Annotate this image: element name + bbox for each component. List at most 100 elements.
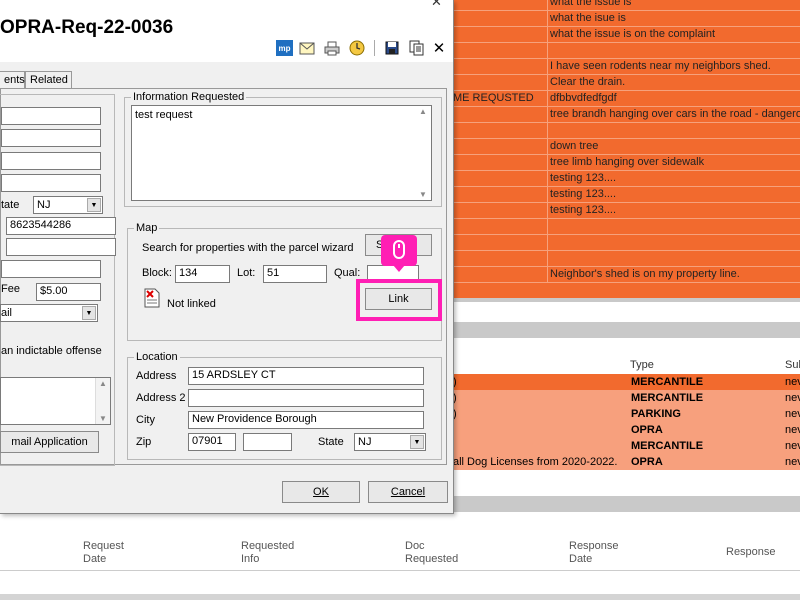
requestor-street-field[interactable] xyxy=(1,152,101,170)
grid-row[interactable]: testing 123.... xyxy=(453,202,800,219)
request-cell: nev xyxy=(785,424,800,436)
address2-label: Address 2 xyxy=(136,392,186,404)
requestor-fax-field[interactable] xyxy=(6,238,116,256)
city-label: City xyxy=(136,414,155,426)
tab-attachments[interactable]: ents xyxy=(0,71,25,88)
grid-column-separator xyxy=(547,122,548,138)
address2-field[interactable] xyxy=(188,389,424,407)
location-state-select[interactable]: NJ ▼ xyxy=(354,433,426,451)
requestor-phone-value: 8623544286 xyxy=(10,219,72,231)
grid-row[interactable]: testing 123.... xyxy=(453,186,800,203)
cancel-button[interactable]: Cancel xyxy=(368,481,448,503)
lot-label: Lot: xyxy=(237,267,256,279)
not-linked-icon xyxy=(143,288,161,311)
save-icon[interactable] xyxy=(384,40,400,56)
mouse-cursor-pointer xyxy=(393,265,405,272)
fee-value: $5.00 xyxy=(40,285,68,297)
grid-row[interactable]: tree limb hanging over sidewalk xyxy=(453,154,800,171)
tab-label: Related xyxy=(30,74,68,86)
city-field[interactable]: New Providence Borough xyxy=(188,411,424,429)
info-requested-value: test request xyxy=(135,109,193,121)
request-cell: nev xyxy=(785,376,800,388)
grid-row[interactable]: I have seen rodents near my neighbors sh… xyxy=(453,58,800,75)
close-icon[interactable]: ✕ xyxy=(431,40,447,57)
delivery-method-select[interactable]: ail ▼ xyxy=(0,304,98,322)
type-column-header[interactable]: Type xyxy=(630,359,654,371)
request-row[interactable]: )MERCANTILEnev xyxy=(453,390,800,406)
scroll-up-icon[interactable]: ▲ xyxy=(419,107,427,116)
email-application-button[interactable]: mail Application xyxy=(0,431,99,453)
grid-row[interactable]: Clear the drain. xyxy=(453,74,800,91)
mouse-icon xyxy=(393,240,405,259)
request-row[interactable]: MERCANTILE nev xyxy=(453,438,800,454)
address-label: Address xyxy=(136,370,177,382)
grid-row[interactable]: Neighbor's shed is on my property line. xyxy=(453,266,800,283)
fee-field[interactable]: $5.00 xyxy=(36,283,101,301)
responses-column-header[interactable]: Request Date xyxy=(83,540,153,566)
grid-cell: testing 123.... xyxy=(550,172,617,184)
grid-row[interactable] xyxy=(453,42,800,59)
requestor-name-field[interactable] xyxy=(1,107,101,125)
grid-row[interactable]: what the issue is on the complaint xyxy=(453,26,800,43)
info-requested-title: Information Requested xyxy=(131,91,247,103)
location-state-label: State xyxy=(318,436,344,448)
request-row[interactable]: )MERCANTILEnev xyxy=(453,374,800,390)
requestor-city-field[interactable] xyxy=(1,174,101,192)
info-requested-scrollbar[interactable]: ▲ ▼ xyxy=(416,106,431,200)
ok-button[interactable]: OK xyxy=(282,481,360,503)
requestor-phone-field[interactable]: 8623544286 xyxy=(6,217,116,235)
mp-icon[interactable]: mp xyxy=(276,40,293,56)
notes-scrollbar[interactable]: ▲ ▼ xyxy=(95,378,110,424)
scroll-down-icon[interactable]: ▼ xyxy=(99,414,107,423)
grid-row[interactable]: down tree xyxy=(453,138,800,155)
grid-row[interactable] xyxy=(453,250,800,267)
chevron-down-icon[interactable]: ▼ xyxy=(410,435,424,449)
requestor-email-field[interactable] xyxy=(1,260,101,278)
tab-related[interactable]: Related xyxy=(25,71,72,88)
clock-icon[interactable] xyxy=(349,40,365,56)
bottom-scroll-bar[interactable] xyxy=(0,594,800,600)
info-requested-textarea[interactable]: test request xyxy=(131,105,432,201)
mail-icon[interactable] xyxy=(299,40,315,56)
column-header-line: Response xyxy=(569,540,619,552)
grid-row[interactable] xyxy=(453,122,800,139)
request-row[interactable]: )PARKINGnev xyxy=(453,406,800,422)
request-cell: nev xyxy=(785,440,800,452)
fee-label: Fee xyxy=(1,283,20,295)
zip-field[interactable]: 07901 xyxy=(188,433,236,451)
grid-column-separator xyxy=(547,42,548,58)
scroll-down-icon[interactable]: ▼ xyxy=(419,190,427,199)
responses-column-header[interactable]: Response xyxy=(726,546,796,559)
request-row[interactable]: OPRA nev xyxy=(453,422,800,438)
requestor-company-field[interactable] xyxy=(1,129,101,147)
address-field[interactable]: 15 ARDSLEY CT xyxy=(188,367,424,385)
requestor-state-select[interactable]: NJ ▼ xyxy=(33,196,103,214)
grid-row[interactable]: tree brandh hanging over cars in the roa… xyxy=(453,106,800,123)
grid-row[interactable]: testing 123.... xyxy=(453,170,800,187)
grid-row[interactable] xyxy=(453,218,800,235)
window-close-icon[interactable]: ✕ xyxy=(431,0,442,10)
request-cell: MERCANTILE xyxy=(631,440,704,452)
zip-label: Zip xyxy=(136,436,152,448)
grid-column-separator xyxy=(547,266,548,282)
request-cell: nev xyxy=(785,408,800,420)
grid-cell: down tree xyxy=(550,140,599,152)
chevron-down-icon[interactable]: ▼ xyxy=(82,306,96,320)
grid-row[interactable] xyxy=(453,234,800,251)
responses-column-header[interactable]: Requested Info xyxy=(241,540,311,566)
chevron-down-icon[interactable]: ▼ xyxy=(87,198,101,212)
copy-icon[interactable] xyxy=(408,40,424,56)
responses-column-header[interactable]: Response Date xyxy=(569,540,639,566)
lot-field[interactable]: 51 xyxy=(263,265,327,283)
grid-cell: tree brandh hanging over cars in the roa… xyxy=(550,108,800,120)
grid-row[interactable]: ME REQUSTED dfbbvdfedfgdf xyxy=(453,90,800,107)
scroll-up-icon[interactable]: ▲ xyxy=(99,379,107,388)
request-cell: nev xyxy=(785,392,800,404)
block-field[interactable]: 134 xyxy=(175,265,230,283)
grid-row[interactable]: what the isue is xyxy=(453,10,800,27)
zip-ext-field[interactable] xyxy=(243,433,292,451)
sub-column-header[interactable]: Sul xyxy=(785,359,800,371)
print-icon[interactable] xyxy=(324,40,340,56)
responses-column-header[interactable]: Doc Requested xyxy=(405,540,475,566)
request-row[interactable]: all Dog Licenses from 2020-2022. OPRA nev xyxy=(453,454,800,470)
